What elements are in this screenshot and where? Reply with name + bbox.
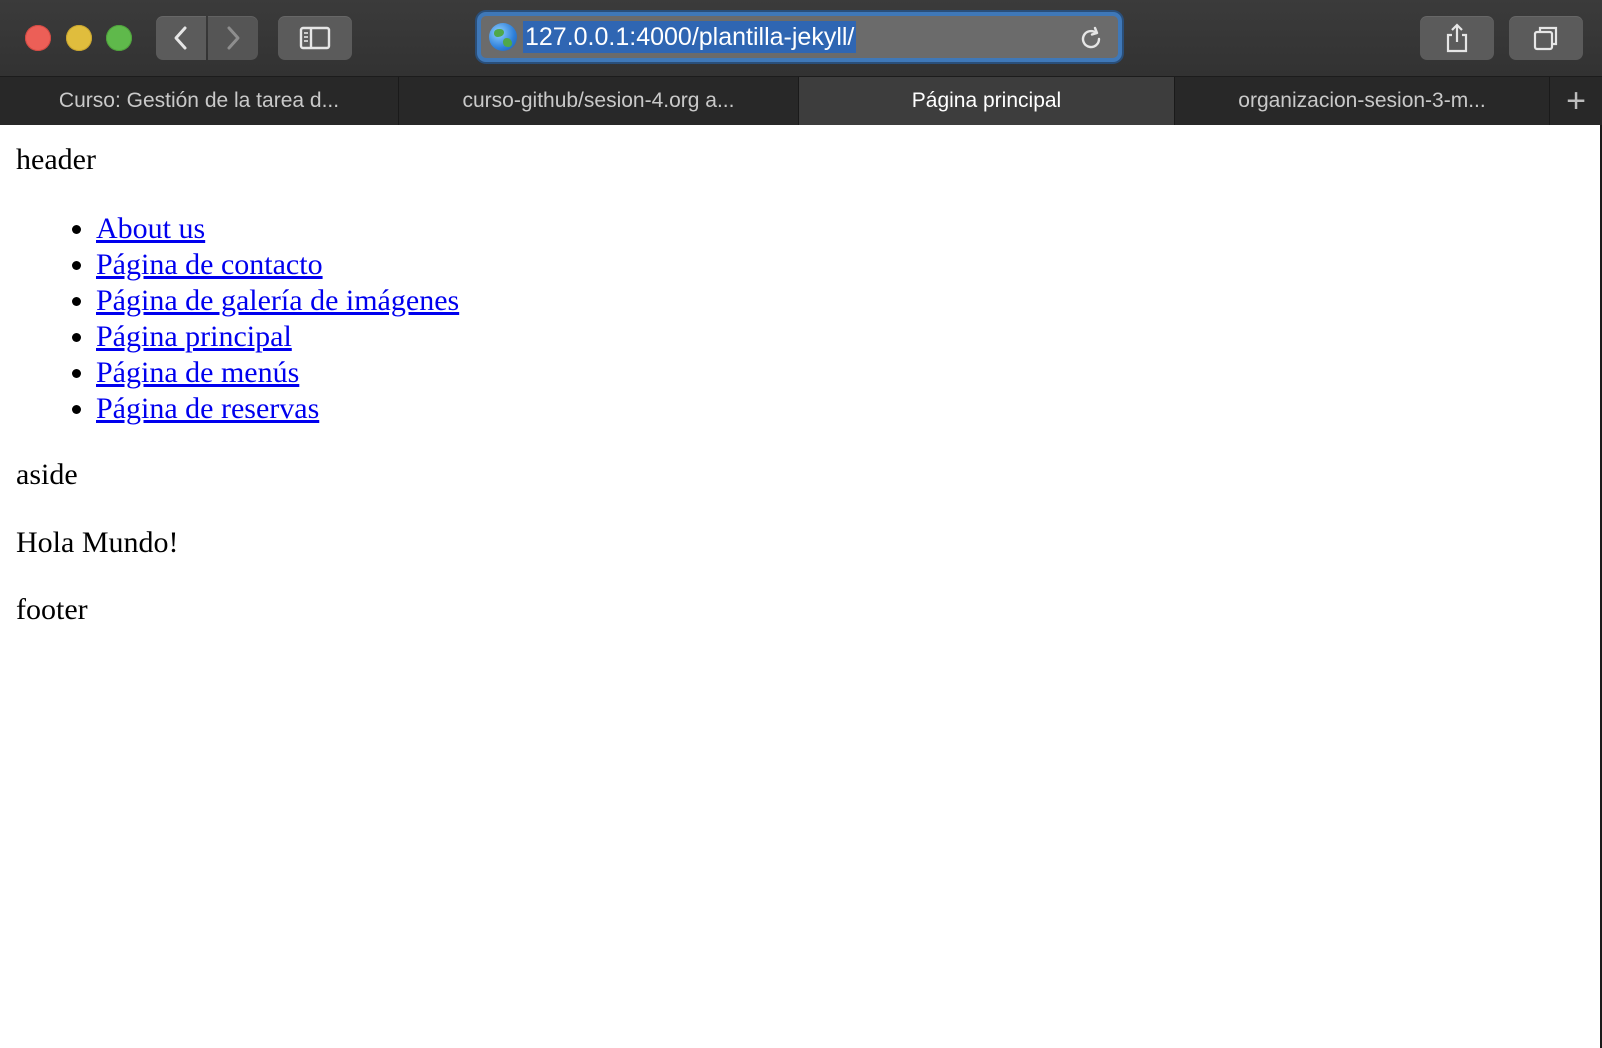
nav-link-home[interactable]: Página principal xyxy=(96,320,292,353)
browser-window: 127.0.0.1:4000/plantilla-jekyll/ Curso: … xyxy=(0,0,1602,1048)
tab-bar: Curso: Gestión de la tarea d... curso-gi… xyxy=(0,76,1602,125)
tabs-overview-icon xyxy=(1533,26,1558,51)
nav-link-reservations[interactable]: Página de reservas xyxy=(96,392,319,425)
zoom-window-button[interactable] xyxy=(106,25,132,51)
close-window-button[interactable] xyxy=(25,25,51,51)
sidebar-toggle-button[interactable] xyxy=(278,16,352,60)
back-button[interactable] xyxy=(156,16,206,60)
list-item: Página de menús xyxy=(96,355,459,391)
address-bar[interactable]: 127.0.0.1:4000/plantilla-jekyll/ xyxy=(477,12,1122,62)
share-icon xyxy=(1446,23,1468,53)
browser-toolbar: 127.0.0.1:4000/plantilla-jekyll/ xyxy=(0,0,1602,76)
list-item: Página de galería de imágenes xyxy=(96,283,459,319)
tab[interactable]: curso-github/sesion-4.org a... xyxy=(399,77,799,125)
new-tab-button[interactable]: + xyxy=(1550,77,1602,125)
nav-link-about[interactable]: About us xyxy=(96,212,205,245)
list-item: About us xyxy=(96,211,459,247)
chevron-right-icon xyxy=(227,26,240,50)
nav-list: About us Página de contacto Página de ga… xyxy=(56,211,459,427)
minimize-window-button[interactable] xyxy=(66,25,92,51)
page-content: header About us Página de contacto Págin… xyxy=(0,125,1602,1048)
list-item: Página de reservas xyxy=(96,391,459,427)
nav-link-contact[interactable]: Página de contacto xyxy=(96,248,323,281)
header-text: header xyxy=(16,143,96,176)
chevron-left-icon xyxy=(174,26,187,50)
tab[interactable]: Curso: Gestión de la tarea d... xyxy=(0,77,399,125)
main-text: Hola Mundo! xyxy=(16,526,179,559)
sidebar-icon xyxy=(299,26,331,50)
tab-overview-button[interactable] xyxy=(1509,16,1583,60)
footer-text: footer xyxy=(16,593,88,626)
forward-button[interactable] xyxy=(208,16,258,60)
aside-text: aside xyxy=(16,458,78,491)
list-item: Página de contacto xyxy=(96,247,459,283)
url-text[interactable]: 127.0.0.1:4000/plantilla-jekyll/ xyxy=(523,21,857,53)
nav-link-gallery[interactable]: Página de galería de imágenes xyxy=(96,284,459,317)
reload-icon[interactable] xyxy=(1078,26,1104,52)
share-button[interactable] xyxy=(1420,16,1494,60)
nav-link-menus[interactable]: Página de menús xyxy=(96,356,299,389)
tab-active[interactable]: Página principal xyxy=(799,77,1175,125)
tab[interactable]: organizacion-sesion-3-m... xyxy=(1175,77,1550,125)
globe-icon xyxy=(489,23,517,51)
list-item: Página principal xyxy=(96,319,459,355)
